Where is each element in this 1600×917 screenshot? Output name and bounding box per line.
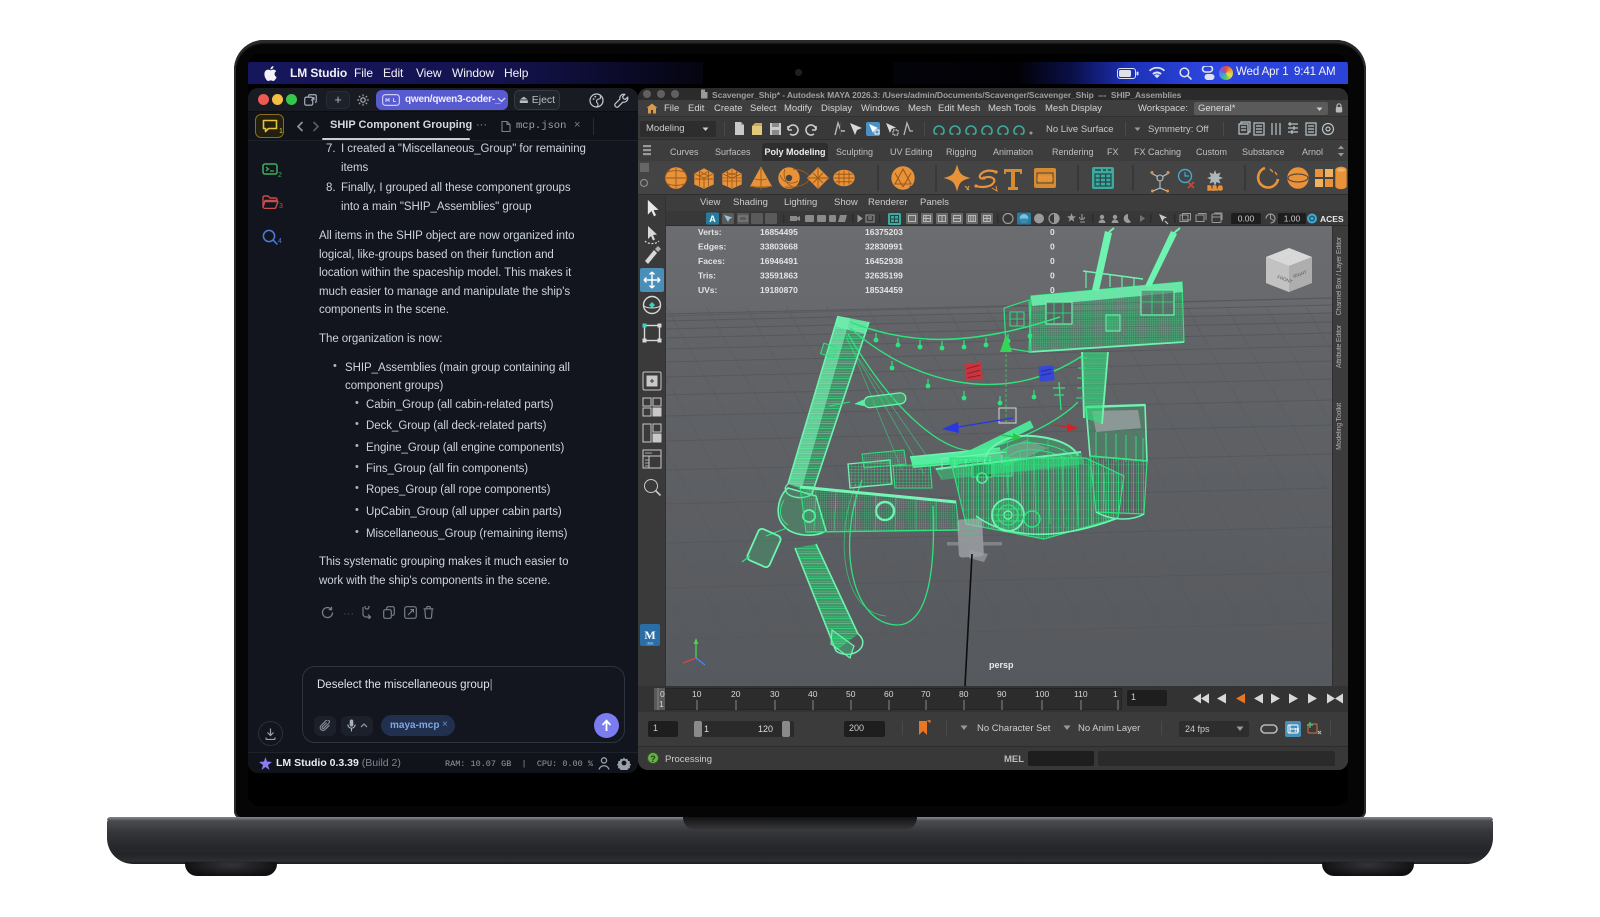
svg-text:0: 0 <box>1050 242 1055 252</box>
svg-text:persp: persp <box>989 660 1014 670</box>
svg-text:Tris:: Tris: <box>698 271 716 281</box>
svg-text:16854495: 16854495 <box>760 227 798 237</box>
svg-text:0: 0 <box>1050 285 1055 295</box>
svg-text:A: A <box>709 214 716 224</box>
svg-text:1: 1 <box>1113 689 1118 699</box>
svg-text:33803668: 33803668 <box>760 242 798 252</box>
svg-text:SVG: SVG <box>1038 176 1053 183</box>
svg-text:0.00: 0.00 <box>1238 214 1255 224</box>
svg-text:1: 1 <box>659 699 664 709</box>
svg-text:Verts:: Verts: <box>698 227 722 237</box>
svg-text:0: 0 <box>660 689 665 699</box>
svg-text:18534459: 18534459 <box>865 285 903 295</box>
svg-text:60: 60 <box>884 689 894 699</box>
svg-text:Faces:: Faces: <box>698 256 725 266</box>
svg-text:32635199: 32635199 <box>865 271 903 281</box>
svg-text:19180870: 19180870 <box>760 285 798 295</box>
svg-text:100: 100 <box>1035 689 1049 699</box>
svg-text:10: 10 <box>692 689 702 699</box>
svg-text:ACES: ACES <box>1320 214 1344 224</box>
svg-text:0: 0 <box>1050 227 1055 237</box>
svg-text:Edges:: Edges: <box>698 242 727 252</box>
svg-text:40: 40 <box>808 689 818 699</box>
svg-text:disk: disk <box>646 641 653 646</box>
svg-text:110: 110 <box>1074 689 1088 699</box>
svg-text:80: 80 <box>959 689 969 699</box>
svg-text:33591863: 33591863 <box>760 271 798 281</box>
svg-text:1.00: 1.00 <box>1284 214 1301 224</box>
svg-text:16375203: 16375203 <box>865 227 903 237</box>
svg-text:50: 50 <box>846 689 856 699</box>
svg-text:70: 70 <box>921 689 931 699</box>
svg-text:B.B.G: B.B.G <box>1208 186 1223 192</box>
svg-text:32830991: 32830991 <box>865 242 903 252</box>
svg-text:0: 0 <box>1050 256 1055 266</box>
svg-text:UVs:: UVs: <box>698 285 718 295</box>
svg-text:30: 30 <box>770 689 780 699</box>
svg-text:90: 90 <box>997 689 1007 699</box>
svg-text:16452938: 16452938 <box>865 256 903 266</box>
svg-text:10: 10 <box>1294 728 1299 734</box>
svg-text:16946491: 16946491 <box>760 256 798 266</box>
svg-text:20: 20 <box>731 689 741 699</box>
svg-text:0: 0 <box>1050 271 1055 281</box>
